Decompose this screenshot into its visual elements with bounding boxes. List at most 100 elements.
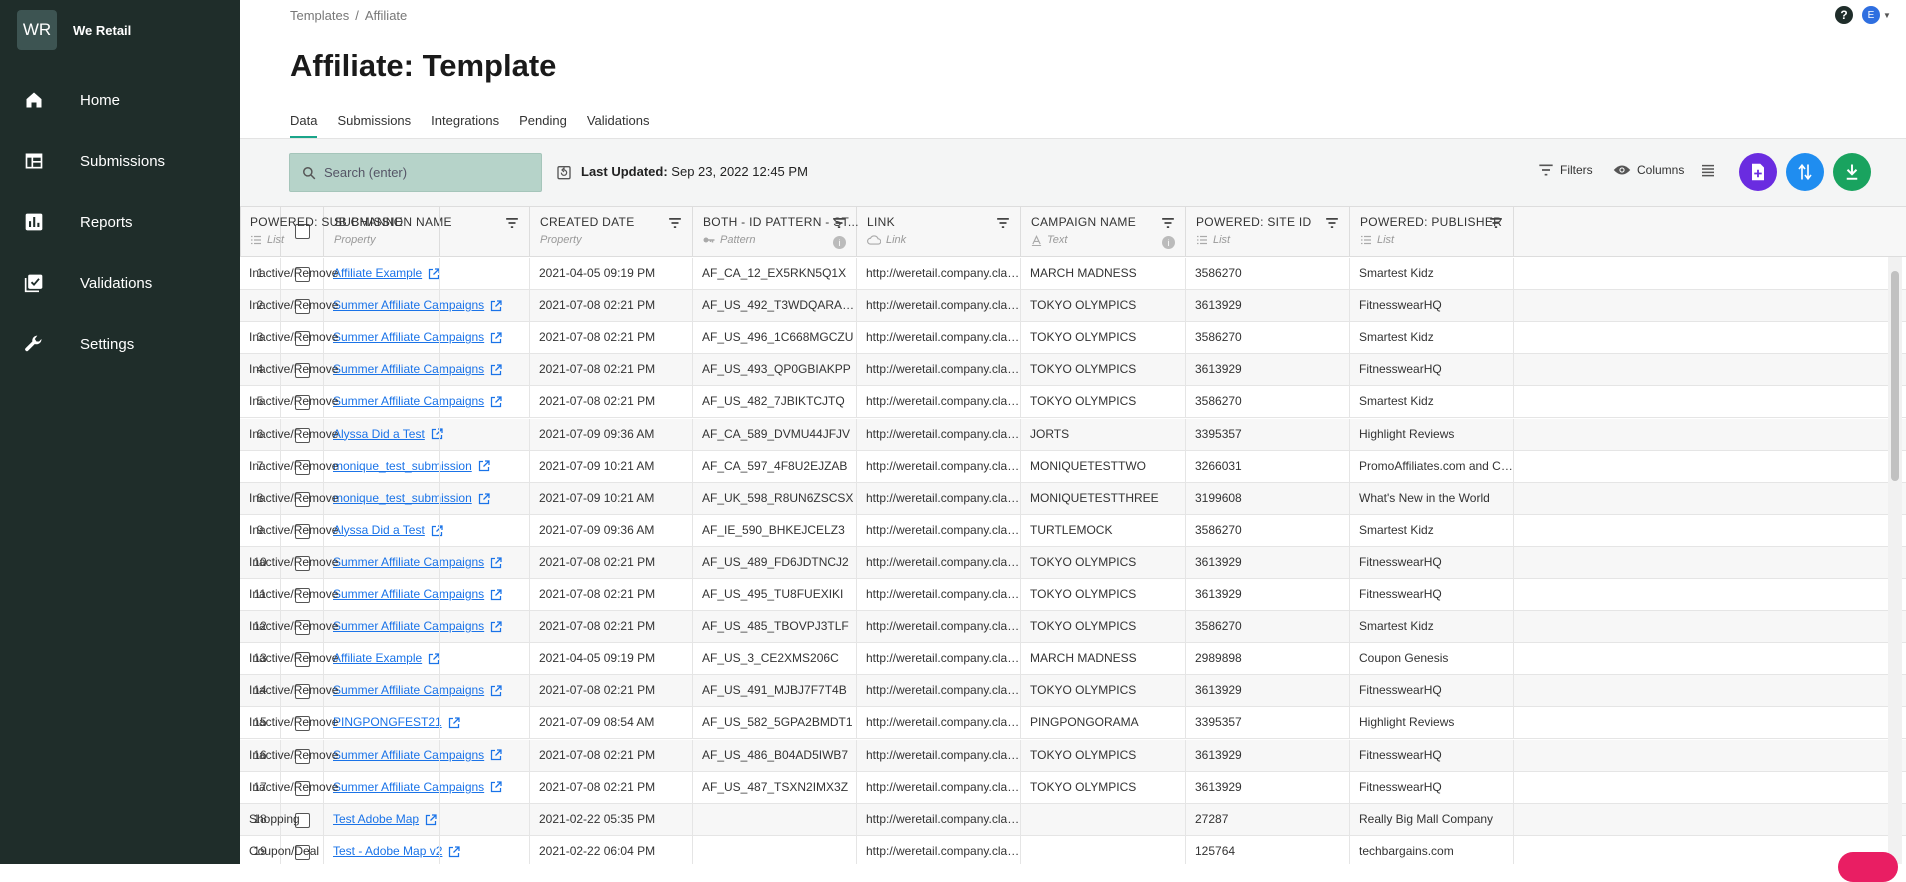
table-row[interactable]: 9 Alyssa Did a Test 2021-07-09 09:36 AM AF_… [240, 514, 1906, 547]
sidebar-item-validations[interactable]: Validations [0, 258, 240, 308]
external-link-icon[interactable] [490, 621, 502, 633]
external-link-icon[interactable] [448, 717, 460, 729]
table-row[interactable]: 4 Summer Affiliate Campaigns 2021-07-08 02… [240, 354, 1906, 387]
external-link-icon[interactable] [490, 685, 502, 697]
chat-widget-button[interactable] [1838, 852, 1898, 882]
sub-channel-cell: Inactive/Remove [240, 418, 440, 451]
column-filter-icon[interactable] [832, 217, 846, 229]
data-grid: SUBMISSION NAME Property CREATED DATE Pr… [240, 206, 1906, 864]
sidebar-item-home[interactable]: Home [0, 75, 240, 125]
search-input[interactable] [324, 165, 524, 180]
site-id-cell: 3395357 [1186, 418, 1350, 451]
sort-button[interactable] [1786, 153, 1824, 191]
column-header[interactable]: POWERED: PUBLISHER List [1350, 207, 1514, 257]
column-header[interactable]: CREATED DATE Property [530, 207, 693, 257]
external-link-icon[interactable] [490, 396, 502, 408]
info-icon[interactable]: i [1162, 236, 1175, 249]
sidebar-item-label: Reports [80, 213, 133, 231]
user-menu[interactable]: E ▼ [1862, 6, 1891, 24]
table-row[interactable]: 11 Summer Affiliate Campaigns 2021-07-08 0… [240, 579, 1906, 611]
sub-channel-cell: Inactive/Remove [240, 739, 440, 772]
column-filter-icon[interactable] [1325, 217, 1339, 229]
tab-data[interactable]: Data [290, 113, 318, 139]
column-header[interactable]: LINK Link [857, 207, 1021, 257]
sidebar-item-label: Validations [80, 274, 153, 292]
table-row[interactable]: 18 Test Adobe Map 2021-02-22 05:35 PM http:… [240, 803, 1906, 836]
column-header[interactable]: POWERED: SUB CHANNE List [240, 207, 440, 257]
search-icon [303, 166, 316, 179]
table-row[interactable]: 16 Summer Affiliate Campaigns 2021-07-08 0… [240, 739, 1906, 772]
external-link-icon[interactable] [490, 781, 502, 793]
external-link-icon[interactable] [490, 300, 502, 312]
table-row[interactable]: 13 Affiliate Example 2021-04-05 09:19 PM AF… [240, 643, 1906, 676]
created-date-cell: 2021-07-09 10:21 AM [530, 450, 693, 483]
sidebar-item-reports[interactable]: Reports [0, 197, 240, 247]
list-icon [251, 235, 261, 245]
tab-validations[interactable]: Validations [587, 113, 650, 139]
site-id-cell: 3586270 [1186, 322, 1350, 355]
column-title: CAMPAIGN NAME [1031, 215, 1137, 229]
created-date-cell: 2021-07-08 02:21 PM [530, 546, 693, 579]
tab-integrations[interactable]: Integrations [431, 113, 499, 139]
scroll-thumb[interactable] [1891, 271, 1899, 481]
breadcrumb-parent[interactable]: Templates [290, 8, 349, 23]
density-icon[interactable] [1700, 163, 1716, 179]
sidebar-item-label: Settings [80, 335, 135, 353]
table-row[interactable]: 6 Alyssa Did a Test 2021-07-09 09:36 AM AF_… [240, 418, 1906, 451]
table-row[interactable]: 8 monique_test_submission 2021-07-09 10:21… [240, 482, 1906, 515]
publisher-cell: Smartest Kidz [1350, 611, 1514, 644]
column-filter-icon[interactable] [668, 217, 682, 229]
sub-channel-cell: Inactive/Remove [240, 771, 440, 804]
brand[interactable]: WR We Retail [17, 10, 131, 50]
link-cell: http://weretail.company.claravi... [857, 290, 1021, 323]
tab-pending[interactable]: Pending [519, 113, 567, 139]
table-row[interactable]: 3 Summer Affiliate Campaigns 2021-07-08 02… [240, 322, 1906, 355]
search-box[interactable] [289, 153, 542, 192]
column-header[interactable]: POWERED: SITE ID List [1186, 207, 1350, 257]
column-type: Property [540, 234, 582, 246]
table-row[interactable]: 2 Summer Affiliate Campaigns 2021-07-08 02… [240, 290, 1906, 323]
column-filter-icon[interactable] [1489, 217, 1503, 229]
column-header[interactable]: CAMPAIGN NAME Text i [1021, 207, 1186, 257]
campaign-name-cell: TOKYO OLYMPICS [1021, 771, 1186, 804]
sidebar-item-settings[interactable]: Settings [0, 319, 240, 369]
column-type-label: Text [1047, 234, 1068, 246]
add-file-button[interactable] [1739, 153, 1777, 191]
sub-channel-cell: Inactive/Remove [240, 611, 440, 644]
external-link-icon[interactable] [478, 460, 490, 472]
vertical-scrollbar[interactable] [1888, 257, 1902, 864]
refresh-icon[interactable] [556, 163, 572, 181]
column-filter-icon[interactable] [1161, 217, 1175, 229]
external-link-icon[interactable] [490, 332, 502, 344]
table-row[interactable]: 5 Summer Affiliate Campaigns 2021-07-08 02… [240, 386, 1906, 419]
column-filter-icon[interactable] [505, 217, 519, 229]
table-row[interactable]: 19 Test - Adobe Map v2 2021-02-22 06:04 PM… [240, 835, 1906, 864]
publisher-cell: techbargains.com [1350, 835, 1514, 864]
table-row[interactable]: 12 Summer Affiliate Campaigns 2021-07-08 0… [240, 611, 1906, 644]
info-icon[interactable]: i [833, 236, 846, 249]
column-header[interactable]: BOTH - ID PATTERN - ST... Pattern i [693, 207, 858, 257]
column-type: Text [1031, 234, 1067, 246]
campaign-name-cell: TOKYO OLYMPICS [1021, 579, 1186, 611]
table-row[interactable]: 7 monique_test_submission 2021-07-09 10:21… [240, 450, 1906, 483]
table-row[interactable]: 17 Summer Affiliate Campaigns 2021-07-08 0… [240, 771, 1906, 804]
column-filter-icon[interactable] [996, 217, 1010, 229]
table-row[interactable]: 10 Summer Affiliate Campaigns 2021-07-08 0… [240, 546, 1906, 579]
filters-button[interactable]: Filters [1538, 163, 1593, 177]
sidebar-item-submissions[interactable]: Submissions [0, 136, 240, 186]
tab-submissions[interactable]: Submissions [337, 113, 411, 139]
external-link-icon[interactable] [478, 492, 490, 505]
table-row[interactable]: 15 PINGPONGFEST21 2021-07-09 08:54 AM AF_US… [240, 707, 1906, 740]
help-icon[interactable]: ? [1835, 6, 1853, 24]
publisher-cell: What's New in the World [1350, 482, 1514, 515]
publisher-cell: Coupon Genesis [1350, 643, 1514, 676]
external-link-icon[interactable] [448, 846, 461, 858]
download-button[interactable] [1833, 153, 1871, 191]
external-link-icon[interactable] [490, 749, 502, 761]
external-link-icon[interactable] [490, 589, 502, 601]
columns-button[interactable]: Columns [1613, 163, 1684, 177]
table-row[interactable]: 14 Summer Affiliate Campaigns 2021-07-08 0… [240, 675, 1906, 708]
external-link-icon[interactable] [490, 557, 502, 569]
table-row[interactable]: 1 Affiliate Example 2021-04-05 09:19 PM AF_… [240, 258, 1906, 290]
external-link-icon[interactable] [490, 364, 502, 376]
